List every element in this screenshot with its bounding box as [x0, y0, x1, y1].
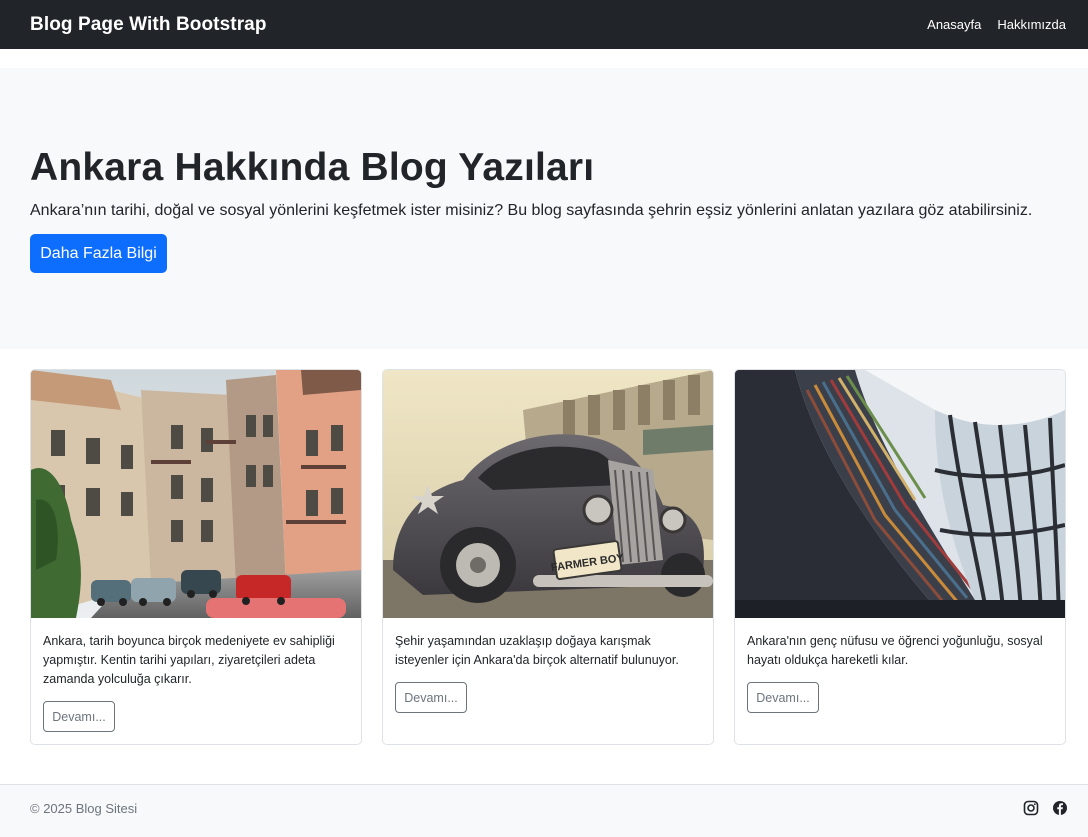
blog-card-social: Ankara'nın genç nüfusu ve öğrenci yoğunl… [734, 369, 1066, 745]
card-image-old-street [31, 370, 361, 618]
more-info-button[interactable]: Daha Fazla Bilgi [30, 234, 167, 273]
navbar: Blog Page With Bootstrap Anasayfa Hakkım… [0, 0, 1088, 49]
nav-link-anasayfa[interactable]: Anasayfa [927, 17, 981, 32]
hero-title: Ankara Hakkında Blog Yazıları [30, 146, 595, 189]
footer-copyright: © 2025 Blog Sitesi [30, 801, 138, 816]
card-text: Ankara'nın genç nüfusu ve öğrenci yoğunl… [747, 634, 1043, 667]
navbar-brand[interactable]: Blog Page With Bootstrap [30, 14, 267, 36]
facebook-icon[interactable] [1052, 800, 1068, 816]
read-more-button[interactable]: Devamı... [747, 682, 819, 713]
nav-link-hakkimizda[interactable]: Hakkımızda [997, 17, 1066, 32]
instagram-icon[interactable] [1023, 800, 1039, 816]
card-text: Ankara, tarih boyunca birçok medeniyete … [43, 634, 335, 686]
hero-text: Ankara’nın tarihi, doğal ve sosyal yönle… [30, 202, 1033, 219]
blog-card-nature: FARMER BOY Şehir yaşamından uzaklaşıp do… [382, 369, 714, 745]
card-text: Şehir yaşamından uzaklaşıp doğaya karışm… [395, 634, 679, 667]
blog-card-history: Ankara, tarih boyunca birçok medeniyete … [30, 369, 362, 745]
read-more-button[interactable]: Devamı... [43, 701, 115, 732]
footer: © 2025 Blog Sitesi [0, 784, 1088, 837]
card-image-library [735, 370, 1065, 618]
hero-section: Ankara Hakkında Blog Yazıları Ankara’nın… [0, 68, 1088, 349]
card-image-vintage-car: FARMER BOY [383, 370, 713, 618]
nav-links: Anasayfa Hakkımızda [927, 17, 1066, 32]
read-more-button[interactable]: Devamı... [395, 682, 467, 713]
